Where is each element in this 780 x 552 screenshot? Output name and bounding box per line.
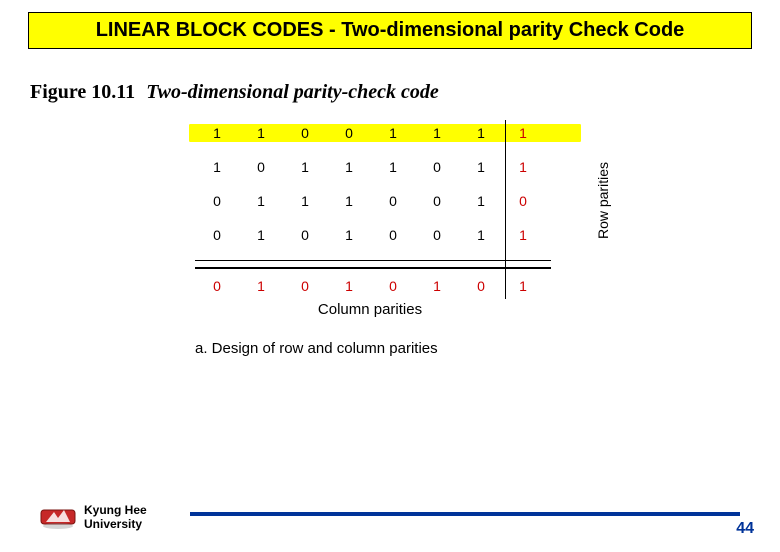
figure-subcaption: a. Design of row and column parities bbox=[195, 340, 605, 357]
data-cell: 1 bbox=[195, 125, 239, 141]
data-cell: 1 bbox=[459, 227, 503, 243]
col-parity-cell: 0 bbox=[195, 278, 239, 294]
data-cell: 0 bbox=[239, 159, 283, 175]
col-parity-cell: 0 bbox=[283, 278, 327, 294]
data-cell: 1 bbox=[327, 193, 371, 209]
vertical-divider bbox=[505, 120, 506, 299]
row-parity-cell: 1 bbox=[503, 159, 543, 175]
table-row: 0 1 0 1 0 0 1 1 bbox=[195, 224, 575, 246]
col-parity-cell: 1 bbox=[239, 278, 283, 294]
data-cell: 1 bbox=[415, 125, 459, 141]
col-parity-cell: 0 bbox=[371, 278, 415, 294]
footer: Kyung Hee University 44 bbox=[0, 492, 780, 538]
data-cell: 0 bbox=[371, 227, 415, 243]
col-parity-cell: 1 bbox=[415, 278, 459, 294]
data-cell: 0 bbox=[415, 227, 459, 243]
horizontal-divider bbox=[195, 260, 551, 261]
data-cell: 1 bbox=[239, 227, 283, 243]
table-row: 1 0 1 1 1 0 1 1 bbox=[195, 156, 575, 178]
data-cell: 1 bbox=[239, 125, 283, 141]
figure-number: Figure 10.11 bbox=[30, 81, 135, 103]
data-cell: 0 bbox=[415, 159, 459, 175]
col-parity-cell: 1 bbox=[327, 278, 371, 294]
data-cell: 0 bbox=[415, 193, 459, 209]
data-cell: 0 bbox=[195, 227, 239, 243]
data-cell: 1 bbox=[327, 227, 371, 243]
data-cell: 0 bbox=[283, 125, 327, 141]
row-parities-label: Row parities bbox=[595, 162, 611, 239]
data-cell: 1 bbox=[283, 159, 327, 175]
university-name: Kyung Hee University bbox=[84, 504, 147, 532]
column-parities-label: Column parities bbox=[135, 301, 605, 318]
university-logo-icon bbox=[40, 502, 76, 530]
row-parity-cell: 1 bbox=[503, 227, 543, 243]
data-cell: 1 bbox=[239, 193, 283, 209]
column-parity-row: 0 1 0 1 0 1 0 1 bbox=[195, 275, 575, 297]
figure-label: Figure 10.11 Two-dimensional parity-chec… bbox=[30, 81, 780, 104]
university-name-line1: Kyung Hee bbox=[84, 504, 147, 518]
overall-parity-cell: 1 bbox=[503, 278, 543, 294]
data-cell: 0 bbox=[283, 227, 327, 243]
table-row: 1 1 0 0 1 1 1 1 bbox=[195, 122, 575, 144]
data-cell: 0 bbox=[371, 193, 415, 209]
parity-chart: 1 1 0 0 1 1 1 1 1 0 1 1 1 0 1 1 bbox=[175, 122, 605, 357]
horizontal-divider bbox=[195, 267, 551, 269]
data-cell: 1 bbox=[459, 193, 503, 209]
data-cell: 0 bbox=[195, 193, 239, 209]
data-cell: 1 bbox=[327, 159, 371, 175]
data-cell: 0 bbox=[327, 125, 371, 141]
slide-title: LINEAR BLOCK CODES - Two-dimensional par… bbox=[28, 12, 752, 49]
data-cell: 1 bbox=[371, 125, 415, 141]
university-name-line2: University bbox=[84, 518, 147, 532]
data-cell: 1 bbox=[459, 159, 503, 175]
page-number: 44 bbox=[736, 520, 754, 538]
data-cell: 1 bbox=[371, 159, 415, 175]
row-parity-cell: 0 bbox=[503, 193, 543, 209]
data-cell: 1 bbox=[195, 159, 239, 175]
footer-rule bbox=[190, 512, 740, 516]
data-cell: 1 bbox=[283, 193, 327, 209]
data-rows: 1 1 0 0 1 1 1 1 1 0 1 1 1 0 1 1 bbox=[195, 122, 575, 297]
data-cell: 1 bbox=[459, 125, 503, 141]
figure-caption: Two-dimensional parity-check code bbox=[146, 81, 439, 103]
row-parity-cell: 1 bbox=[503, 125, 543, 141]
table-row: 0 1 1 1 0 0 1 0 bbox=[195, 190, 575, 212]
col-parity-cell: 0 bbox=[459, 278, 503, 294]
